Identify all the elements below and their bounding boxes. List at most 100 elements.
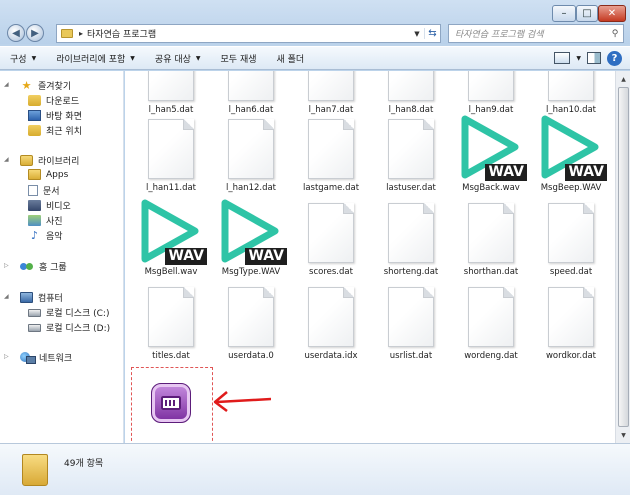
folder-icon — [28, 169, 41, 180]
file-item[interactable]: userdata.0 — [211, 287, 291, 371]
wav-audio-icon: WAV — [137, 197, 207, 265]
nav-pictures[interactable]: 사진 — [28, 214, 63, 227]
refresh-icon[interactable]: ⇆ — [424, 28, 440, 39]
organize-button[interactable]: 구성 ▼ — [0, 47, 46, 69]
scroll-thumb[interactable] — [618, 87, 629, 427]
view-dropdown-icon[interactable]: ▼ — [576, 55, 581, 62]
document-file-icon — [308, 203, 354, 263]
file-item[interactable]: wordeng.dat — [451, 287, 531, 371]
file-item[interactable]: 타자연습.exe — [131, 371, 211, 443]
file-name: userdata.0 — [228, 351, 274, 361]
file-item[interactable]: shorteng.dat — [371, 203, 451, 287]
address-dropdown-button[interactable]: ▼ — [410, 30, 424, 38]
file-item[interactable]: titles.dat — [131, 287, 211, 371]
file-name: l_han8.dat — [388, 105, 434, 115]
address-bar[interactable]: ▸ 타자연습 프로그램 ▼ ⇆ — [56, 24, 441, 43]
nav-videos[interactable]: 비디오 — [28, 199, 71, 212]
document-file-icon — [148, 119, 194, 179]
play-all-button[interactable]: 모두 재생 — [211, 47, 267, 69]
nav-network[interactable]: 네트워크 — [20, 351, 72, 364]
file-item[interactable]: WAV MsgBeep.WAV — [531, 115, 611, 203]
file-name: MsgBeep.WAV — [540, 183, 602, 193]
file-item[interactable]: WAV MsgBack.wav — [451, 115, 531, 203]
vertical-scrollbar[interactable]: ▲ ▼ — [615, 71, 630, 443]
preview-pane-icon[interactable] — [587, 52, 601, 64]
new-folder-button[interactable]: 새 폴더 — [267, 47, 315, 69]
include-in-library-button[interactable]: 라이브러리에 포함 ▼ — [46, 47, 145, 69]
file-item[interactable]: lastuser.dat — [371, 119, 451, 203]
nav-computer[interactable]: 컴퓨터 — [20, 291, 63, 304]
file-item[interactable]: userdata.idx — [291, 287, 371, 371]
file-item[interactable]: l_han5.dat — [131, 71, 211, 125]
file-item[interactable]: l_han6.dat — [211, 71, 291, 125]
scroll-up-button[interactable]: ▲ — [617, 72, 630, 86]
star-icon: ★ — [21, 79, 32, 92]
document-file-icon — [548, 203, 594, 263]
document-file-icon — [228, 287, 274, 347]
back-button[interactable]: ◀ — [7, 24, 25, 42]
nav-homegroup[interactable]: 홈 그룹 — [20, 260, 67, 273]
file-item[interactable]: shorthan.dat — [451, 203, 531, 287]
drive-icon — [28, 323, 41, 332]
document-file-icon — [548, 287, 594, 347]
scroll-down-button[interactable]: ▼ — [617, 428, 630, 442]
collapse-icon[interactable]: ◢ — [4, 293, 9, 300]
folder-icon — [61, 29, 73, 38]
breadcrumb-separator: ▸ — [79, 29, 84, 38]
keyboard-icon — [161, 396, 181, 410]
breadcrumb-current[interactable]: 타자연습 프로그램 — [87, 27, 156, 40]
search-placeholder: 타자연습 프로그램 검색 — [455, 30, 544, 40]
expand-icon[interactable]: ▷ — [4, 353, 9, 360]
nav-documents[interactable]: 문서 — [28, 184, 60, 197]
file-item[interactable]: l_han7.dat — [291, 71, 371, 125]
collapse-icon[interactable]: ◢ — [4, 156, 9, 163]
file-item[interactable]: l_han11.dat — [131, 119, 211, 203]
nav-music[interactable]: ♪ 음악 — [28, 229, 63, 242]
file-item[interactable]: usrlist.dat — [371, 287, 451, 371]
document-file-icon — [308, 119, 354, 179]
document-file-icon — [388, 203, 434, 263]
nav-desktop[interactable]: 바탕 화면 — [28, 109, 82, 122]
nav-apps[interactable]: Apps — [28, 169, 68, 180]
nav-local-disk-c[interactable]: 로컬 디스크 (C:) — [28, 306, 109, 319]
nav-local-disk-d[interactable]: 로컬 디스크 (D:) — [28, 321, 110, 334]
close-button[interactable]: ✕ — [598, 5, 626, 22]
nav-downloads[interactable]: 다운로드 — [28, 94, 79, 107]
share-with-button[interactable]: 공유 대상 ▼ — [145, 47, 211, 69]
maximize-button[interactable]: □ — [576, 5, 598, 22]
nav-recent[interactable]: 최근 위치 — [28, 124, 82, 137]
wav-badge: WAV — [245, 248, 287, 265]
help-icon[interactable]: ? — [607, 50, 622, 66]
search-input[interactable]: 타자연습 프로그램 검색 ⚲ — [448, 24, 624, 43]
file-item[interactable]: scores.dat — [291, 203, 371, 287]
wav-badge: WAV — [165, 248, 207, 265]
file-item[interactable]: speed.dat — [531, 203, 611, 287]
nav-favorites[interactable]: ★ 즐겨찾기 — [20, 79, 72, 92]
expand-icon[interactable]: ▷ — [4, 262, 9, 269]
file-item[interactable]: wordkor.dat — [531, 287, 611, 371]
library-icon — [20, 155, 33, 166]
music-note-icon: ♪ — [30, 229, 39, 242]
folder-icon — [22, 454, 48, 486]
file-name: MsgBack.wav — [462, 183, 520, 193]
file-name: wordeng.dat — [464, 351, 518, 361]
search-icon[interactable]: ⚲ — [607, 29, 623, 39]
collapse-icon[interactable]: ◢ — [4, 81, 9, 88]
navigation-pane: ◢ ★ 즐겨찾기 다운로드 바탕 화면 최근 위치 ◢ 라이브러리 Apps 문서… — [0, 71, 124, 443]
file-item[interactable]: lastgame.dat — [291, 119, 371, 203]
typing-app-icon — [151, 383, 191, 423]
change-view-icon[interactable] — [554, 52, 571, 64]
file-item[interactable]: WAV MsgType.WAV — [211, 199, 291, 287]
nav-libraries[interactable]: 라이브러리 — [20, 154, 79, 167]
file-item[interactable]: l_han12.dat — [211, 119, 291, 203]
video-icon — [28, 200, 41, 211]
forward-button[interactable]: ▶ — [26, 24, 44, 42]
chevron-down-icon: ▼ — [195, 54, 201, 62]
wav-badge: WAV — [565, 164, 607, 181]
wav-audio-icon: WAV — [457, 113, 527, 181]
chevron-down-icon: ▼ — [31, 54, 37, 62]
minimize-button[interactable]: – — [552, 5, 576, 22]
file-item[interactable]: WAV MsgBell.wav — [131, 199, 211, 287]
wav-badge: WAV — [485, 164, 527, 181]
file-item[interactable]: l_han8.dat — [371, 71, 451, 125]
